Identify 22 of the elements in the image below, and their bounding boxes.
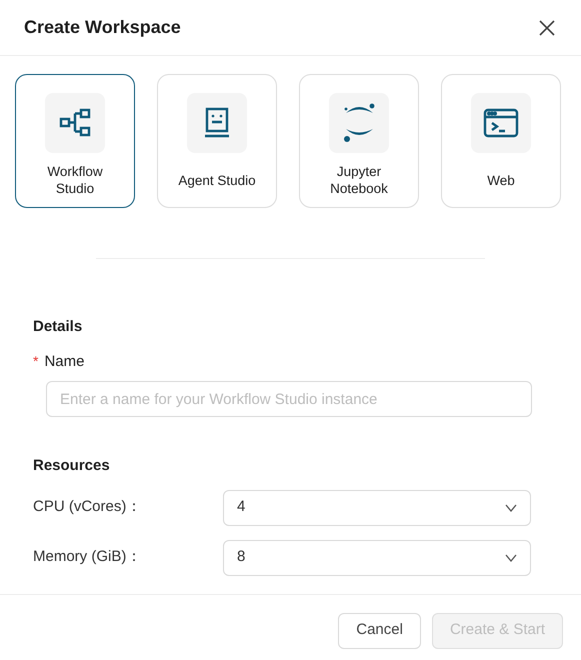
field-label: Memory (GiB)： bbox=[33, 547, 142, 568]
section-heading: Details bbox=[33, 317, 84, 337]
dialog-title: Create Workspace bbox=[24, 16, 181, 39]
workspace-type-card[interactable]: Jupyter Notebook bbox=[299, 74, 419, 208]
required-mark: * bbox=[33, 352, 38, 370]
workspace-type-card[interactable]: Workflow Studio bbox=[15, 74, 135, 208]
dropdown-select[interactable]: 8 bbox=[223, 540, 531, 576]
workspace-type-card[interactable]: Agent Studio bbox=[157, 74, 277, 208]
section-heading: Resources bbox=[33, 456, 111, 476]
chevron-down-icon bbox=[505, 554, 517, 562]
field-label: CPU (vCores)： bbox=[33, 497, 142, 518]
workspace-type-card[interactable]: Web bbox=[441, 74, 561, 208]
terminal-window-icon bbox=[483, 108, 519, 138]
hierarchy-icon bbox=[59, 107, 91, 139]
chevron-down-icon bbox=[505, 504, 517, 512]
field-label: Name bbox=[44, 352, 84, 372]
close-icon[interactable] bbox=[537, 18, 557, 38]
cancel-button[interactable]: Cancel bbox=[338, 612, 421, 648]
dropdown-select[interactable]: 4 bbox=[223, 490, 531, 526]
name-input-field[interactable]: Enter a name for your Workflow Studio instance bbox=[46, 381, 532, 417]
jupyter-icon bbox=[342, 103, 376, 143]
robot-face-icon bbox=[203, 107, 231, 139]
